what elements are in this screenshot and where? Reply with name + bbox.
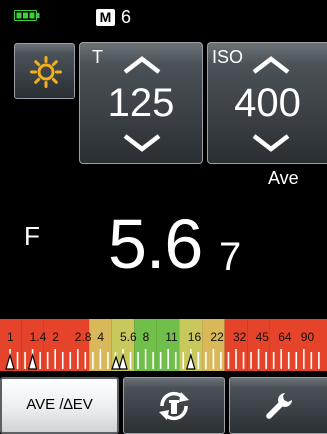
scale-band <box>292 319 327 371</box>
sync-icon <box>159 391 189 420</box>
aperture-tenths: 7 <box>219 235 242 279</box>
aperture-scale: 1 1.4 2 2.8 4 5.6 8 11 16 22 32 45 64 90 <box>0 319 327 371</box>
light-type-button[interactable] <box>14 43 75 99</box>
scale-label: 90 <box>301 330 315 344</box>
scale-label: 45 <box>256 330 270 344</box>
scale-label: 1 <box>7 330 14 344</box>
aperture-label: F <box>24 221 40 251</box>
scale-label: 8 <box>143 330 150 344</box>
memory-number: 6 <box>121 7 132 27</box>
scale-label: 11 <box>165 330 178 344</box>
scale-label: 4 <box>97 330 104 344</box>
scale-label: 32 <box>233 330 247 344</box>
sun-icon <box>30 56 62 88</box>
mode-badge: M <box>96 9 115 26</box>
battery-icon <box>14 10 40 21</box>
ave-ev-button[interactable]: AVE /∆EV <box>0 377 119 434</box>
scale-label: 16 <box>188 330 202 344</box>
iso-label: ISO <box>212 47 244 67</box>
wrench-icon <box>265 392 292 419</box>
shutter-label: T <box>92 47 103 67</box>
sync-button[interactable] <box>123 377 225 434</box>
settings-button[interactable] <box>229 377 327 434</box>
aperture-value: 5.6 <box>108 205 203 283</box>
iso-value: 400 <box>234 81 301 125</box>
average-label: Ave <box>268 168 299 188</box>
shutter-decrease-icon[interactable] <box>122 133 162 153</box>
scale-label: 2.8 <box>75 330 92 344</box>
iso-increase-icon[interactable] <box>251 55 291 75</box>
shutter-increase-icon[interactable] <box>122 55 162 75</box>
scale-label: 22 <box>210 330 224 344</box>
scale-label: 2 <box>52 330 59 344</box>
iso-decrease-icon[interactable] <box>251 133 291 153</box>
scale-label: 1.4 <box>30 330 47 344</box>
scale-label: 5.6 <box>120 330 137 344</box>
shutter-value: 125 <box>107 81 175 125</box>
scale-label: 64 <box>278 330 292 344</box>
iso-panel: ISO 400 <box>207 42 327 164</box>
ave-ev-label: AVE /∆EV <box>26 396 93 413</box>
shutter-speed-panel: T 125 <box>79 42 203 164</box>
